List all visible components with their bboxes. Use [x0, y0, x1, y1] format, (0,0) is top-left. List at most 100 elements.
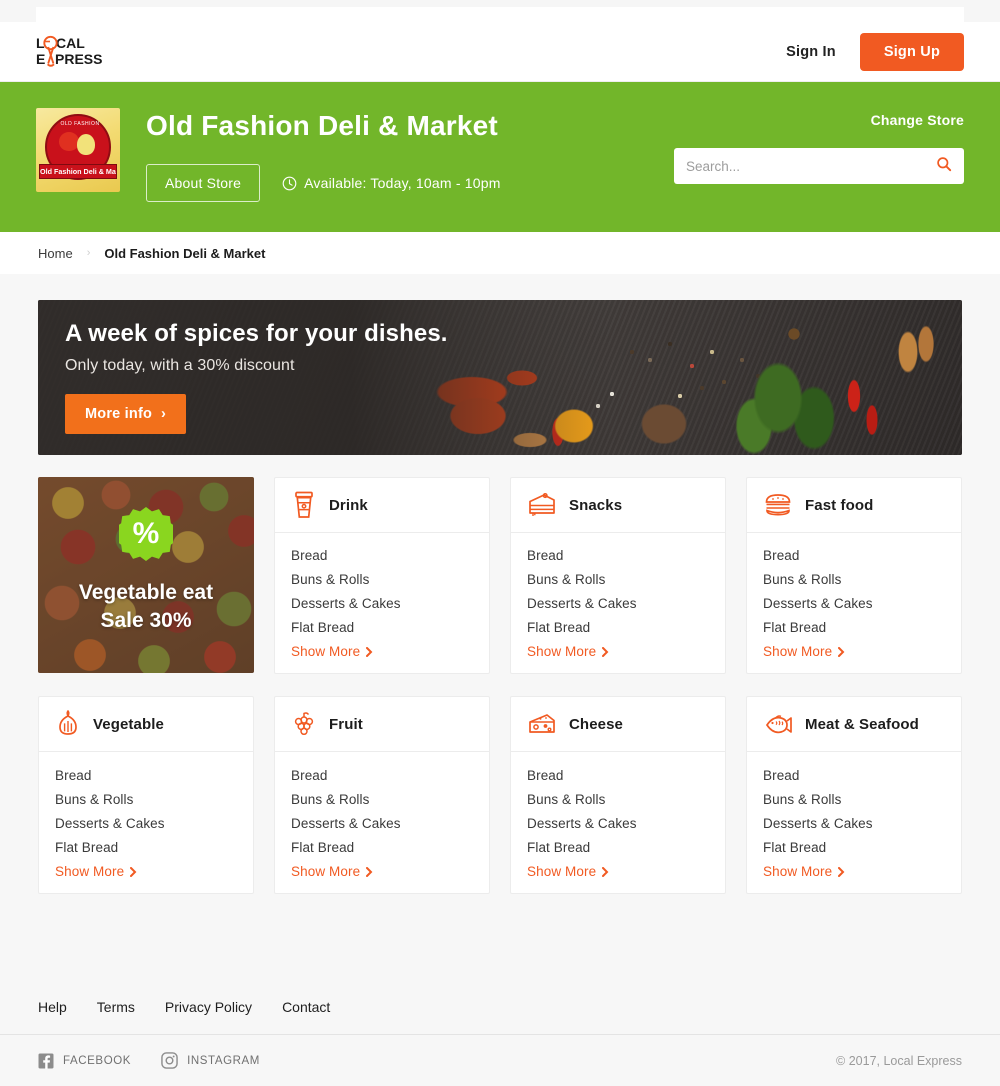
category-card-header: Fast food [747, 478, 961, 533]
category-sub-item[interactable]: Buns & Rolls [763, 792, 945, 807]
category-sub-item[interactable]: Desserts & Cakes [291, 596, 473, 611]
category-card-vegetable[interactable]: Vegetable Bread Buns & Rolls Desserts & … [38, 696, 254, 894]
category-sub-item[interactable]: Buns & Rolls [55, 792, 237, 807]
category-sub-item[interactable]: Bread [763, 548, 945, 563]
category-sub-item[interactable]: Bread [763, 768, 945, 783]
sign-up-button[interactable]: Sign Up [859, 32, 964, 71]
category-sub-item[interactable]: Flat Bread [291, 840, 473, 855]
instagram-label: INSTAGRAM [187, 1054, 260, 1067]
store-header-right: Change Store [674, 108, 964, 232]
chevron-right-icon [130, 866, 137, 877]
category-sub-item[interactable]: Desserts & Cakes [291, 816, 473, 831]
category-card-header: Vegetable [39, 697, 253, 752]
show-more-link[interactable]: Show More [527, 644, 709, 659]
chevron-right-icon [838, 866, 845, 877]
more-info-button[interactable]: More info › [65, 394, 187, 434]
fish-icon [765, 715, 792, 734]
store-logo-pear [77, 134, 95, 156]
chevron-right-icon: › [161, 406, 167, 422]
grapes-icon [294, 712, 314, 736]
burger-icon [765, 494, 791, 516]
category-sub-item[interactable]: Bread [527, 768, 709, 783]
search-input[interactable] [686, 158, 936, 174]
local-express-logo-icon: L CAL E PRESS [36, 35, 102, 67]
category-sublist: Bread Buns & Rolls Desserts & Cakes Flat… [511, 752, 725, 893]
show-more-link[interactable]: Show More [291, 864, 473, 879]
site-logo[interactable]: L CAL E PRESS [36, 35, 108, 69]
category-sub-item[interactable]: Flat Bread [527, 620, 709, 635]
show-more-label: Show More [527, 864, 597, 879]
change-store-link[interactable]: Change Store [674, 112, 964, 128]
category-sub-item[interactable]: Flat Bread [527, 840, 709, 855]
category-sub-item[interactable]: Buns & Rolls [291, 792, 473, 807]
category-sub-item[interactable]: Flat Bread [291, 620, 473, 635]
category-card-cheese[interactable]: Cheese Bread Buns & Rolls Desserts & Cak… [510, 696, 726, 894]
facebook-link[interactable]: FACEBOOK [38, 1053, 131, 1069]
copyright-text: © 2017, Local Express [836, 1053, 962, 1068]
nav-actions: Sign In Sign Up [786, 32, 964, 71]
category-card-fruit[interactable]: Fruit Bread Buns & Rolls Desserts & Cake… [274, 696, 490, 894]
category-card-header: Cheese [511, 697, 725, 752]
category-sub-item[interactable]: Flat Bread [763, 620, 945, 635]
category-sub-item[interactable]: Buns & Rolls [527, 792, 709, 807]
category-card-snacks[interactable]: Snacks Bread Buns & Rolls Desserts & Cak… [510, 477, 726, 674]
show-more-label: Show More [55, 864, 125, 879]
hero-banner[interactable]: A week of spices for your dishes. Only t… [38, 300, 962, 455]
show-more-label: Show More [291, 864, 361, 879]
category-name: Vegetable [93, 715, 164, 733]
category-sub-item[interactable]: Desserts & Cakes [527, 596, 709, 611]
show-more-label: Show More [527, 644, 597, 659]
search-icon[interactable] [936, 156, 952, 177]
instagram-link[interactable]: INSTAGRAM [161, 1052, 260, 1069]
promo-card-vegetable-sale[interactable]: % Vegetable eat Sale 30% [38, 477, 254, 673]
category-sub-item[interactable]: Bread [55, 768, 237, 783]
main-content: A week of spices for your dishes. Only t… [0, 274, 1000, 894]
category-grid-row-2: Vegetable Bread Buns & Rolls Desserts & … [38, 696, 962, 894]
category-sub-item[interactable]: Desserts & Cakes [763, 596, 945, 611]
cake-slice-icon [529, 493, 555, 516]
category-sub-item[interactable]: Bread [291, 768, 473, 783]
store-search[interactable] [674, 148, 964, 184]
svg-text:E: E [36, 51, 45, 67]
cheese-icon [529, 714, 555, 733]
promo-overlay [38, 477, 254, 673]
category-sub-item[interactable]: Desserts & Cakes [527, 816, 709, 831]
category-sub-item[interactable]: Bread [291, 548, 473, 563]
footer-link-contact[interactable]: Contact [282, 999, 330, 1015]
category-sublist: Bread Buns & Rolls Desserts & Cakes Flat… [275, 533, 489, 673]
sign-in-link[interactable]: Sign In [786, 44, 836, 60]
about-store-button[interactable]: About Store [146, 164, 261, 202]
show-more-label: Show More [291, 644, 361, 659]
category-sub-item[interactable]: Flat Bread [763, 840, 945, 855]
breadcrumb: Home › Old Fashion Deli & Market [0, 232, 1000, 274]
footer-link-privacy-policy[interactable]: Privacy Policy [165, 999, 252, 1015]
category-sub-item[interactable]: Buns & Rolls [291, 572, 473, 587]
category-name: Cheese [569, 715, 623, 733]
category-sublist: Bread Buns & Rolls Desserts & Cakes Flat… [511, 533, 725, 673]
chevron-right-icon [366, 646, 373, 657]
show-more-link[interactable]: Show More [763, 864, 945, 879]
show-more-link[interactable]: Show More [527, 864, 709, 879]
category-card-fast-food[interactable]: Fast food Bread Buns & Rolls Desserts & … [746, 477, 962, 674]
footer-link-help[interactable]: Help [38, 999, 67, 1015]
promo-line-1: Vegetable eat [78, 581, 214, 604]
show-more-link[interactable]: Show More [55, 864, 237, 879]
category-name: Fruit [329, 715, 363, 733]
category-sub-item[interactable]: Buns & Rolls [763, 572, 945, 587]
category-sub-item[interactable]: Buns & Rolls [527, 572, 709, 587]
show-more-link[interactable]: Show More [763, 644, 945, 659]
store-header-band: OLD FASHION Old Fashion Deli & Market Ol… [0, 82, 1000, 232]
category-name: Meat & Seafood [805, 715, 919, 733]
category-card-drink[interactable]: Drink Bread Buns & Rolls Desserts & Cake… [274, 477, 490, 674]
breadcrumb-home[interactable]: Home [38, 246, 73, 261]
category-sub-item[interactable]: Desserts & Cakes [763, 816, 945, 831]
footer-link-terms[interactable]: Terms [97, 999, 135, 1015]
category-card-meat-seafood[interactable]: Meat & Seafood Bread Buns & Rolls Desser… [746, 696, 962, 894]
main-navbar: L CAL E PRESS Sign In Sign Up [0, 22, 1000, 82]
category-sub-item[interactable]: Desserts & Cakes [55, 816, 237, 831]
show-more-link[interactable]: Show More [291, 644, 473, 659]
category-sub-item[interactable]: Bread [527, 548, 709, 563]
store-logo: OLD FASHION Old Fashion Deli & Market [36, 108, 120, 192]
footer-links: Help Terms Privacy Policy Contact [0, 980, 1000, 1034]
category-sub-item[interactable]: Flat Bread [55, 840, 237, 855]
